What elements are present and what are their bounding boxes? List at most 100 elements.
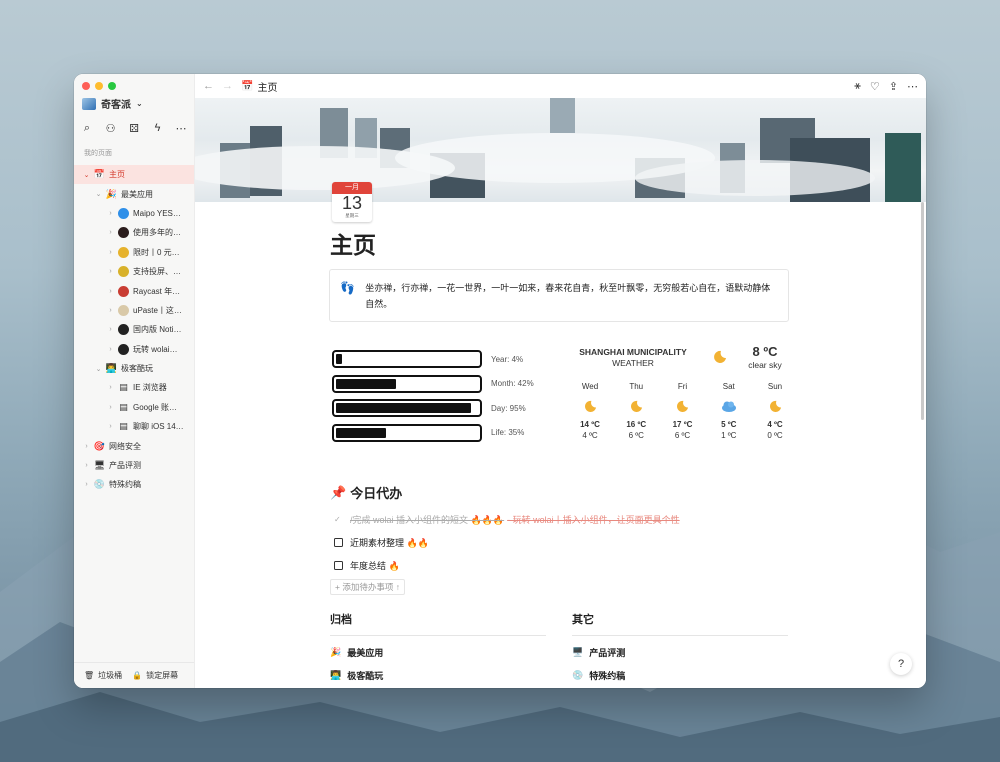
progress-fill: [336, 427, 386, 438]
todo-item: 近期素材整理 🔥🔥: [334, 531, 680, 554]
workspace-logo-icon: [82, 97, 96, 110]
close-window-button[interactable]: [82, 82, 90, 90]
window-controls: [82, 82, 116, 90]
scrollbar[interactable]: [921, 202, 924, 420]
current-weather-description: clear sky: [748, 360, 782, 370]
maipo-app-icon: [118, 207, 129, 219]
sidebar-item-label: 玩转 wolai…: [133, 344, 178, 354]
sidebar-item[interactable]: › 国内版 Noti…: [74, 320, 194, 339]
quote-text: 坐亦禅，行亦禅，一花一世界，一叶一如来，春来花自青，秋至叶飘零，无穷般若心自在，…: [365, 283, 771, 309]
breadcrumb[interactable]: 📅 主页: [241, 79, 277, 94]
sidebar-item[interactable]: › 使用多年的…: [74, 223, 194, 242]
todo-text[interactable]: /完成 wolai 插入小组件的短文 🔥🔥🔥: [350, 513, 504, 526]
progress-fill: [336, 403, 471, 414]
progress-bar: [332, 423, 482, 442]
chevron-right-icon[interactable]: ›: [82, 481, 91, 488]
dice-icon[interactable]: ⚄: [127, 122, 141, 135]
forecast-day-name: Sat: [722, 382, 735, 391]
minimize-window-button[interactable]: [95, 82, 103, 90]
page-link[interactable]: 🎉 最美应用: [330, 641, 546, 664]
app-window: 奇客派 ⌄ ⌕ ⚇ ⚄ ϟ ⋯ 我的页面 ⌄ 📅 主页 ⌄ 🎉 最美应用 › Maipo YE…: [74, 74, 926, 688]
sidebar-item[interactable]: › uPaste丨这…: [74, 301, 194, 320]
chevron-right-icon[interactable]: ›: [106, 210, 115, 217]
forecast-day: Wed 14 ºC 4 ºC: [575, 381, 605, 441]
section-label: 我的页面: [84, 150, 112, 157]
page-title[interactable]: 主页: [330, 226, 376, 260]
chevron-down-icon[interactable]: ⌄: [94, 365, 103, 373]
sidebar-item[interactable]: › 💿 特殊约稿: [74, 475, 194, 494]
todo-checkbox[interactable]: [334, 538, 343, 547]
chevron-right-icon[interactable]: ›: [106, 229, 115, 236]
sidebar-item[interactable]: › 🎯 网络安全: [74, 436, 194, 455]
chevron-right-icon[interactable]: ›: [82, 443, 91, 450]
forward-arrow-icon[interactable]: →: [222, 80, 233, 92]
chevron-right-icon[interactable]: ›: [106, 249, 115, 256]
sidebar-item[interactable]: ⌄ 👨‍💻 极客酷玩: [74, 359, 194, 378]
forecast-days: Wed 14 ºC 4 ºC Thu 16 ºC 6 ºC Fri 17 ºC 6 ºC Sat 5…: [575, 381, 790, 441]
sidebar-item-label: Maipo YES…: [133, 208, 181, 218]
todo-text[interactable]: 年度总结 🔥: [350, 559, 400, 572]
sidebar-toolbar: ⌕ ⚇ ⚄ ϟ ⋯: [80, 122, 188, 135]
sidebar-item[interactable]: › 支持投屏、…: [74, 262, 194, 281]
chevron-right-icon[interactable]: ›: [106, 268, 115, 275]
cover-image: [195, 98, 926, 202]
zoom-window-button[interactable]: [108, 82, 116, 90]
heart-icon[interactable]: ♡: [870, 80, 880, 93]
chevron-right-icon[interactable]: ›: [106, 326, 115, 333]
sidebar-item[interactable]: › 🖥 产品评测: [74, 456, 194, 475]
target-icon: 🎯: [93, 440, 106, 451]
page-link[interactable]: 👨‍💻 极客酷玩: [330, 664, 546, 687]
progress-widget: Year: 4% Month: 42% Day: 95% Life: 35%: [332, 347, 542, 445]
forecast-low: 4 ºC: [582, 431, 598, 440]
chevron-right-icon[interactable]: ›: [106, 384, 115, 391]
page-calendar-icon[interactable]: 一月 13 星期三: [332, 182, 372, 222]
chevron-down-icon[interactable]: ⌄: [82, 171, 91, 179]
chevron-right-icon[interactable]: ›: [106, 307, 115, 314]
chevron-down-icon[interactable]: ⌄: [94, 190, 103, 198]
quote-block[interactable]: 👣 坐亦禅，行亦禅，一花一世界，一叶一如来，春来花自青，秋至叶飘零，无穷般若心自…: [329, 269, 789, 322]
sidebar-item[interactable]: › ▤ IE 浏览器: [74, 378, 194, 397]
share-graph-icon[interactable]: ⚹: [854, 80, 861, 93]
sidebar-item[interactable]: › 限时丨0 元…: [74, 243, 194, 262]
add-todo-button[interactable]: + 添加待办事项 ↑: [330, 579, 405, 595]
search-icon[interactable]: ⌕: [80, 122, 94, 135]
todo-heading[interactable]: 📌 今日代办: [330, 483, 402, 502]
trash-button[interactable]: 🗑 垃圾桶: [84, 670, 122, 681]
sidebar-item[interactable]: › ▤ 聊聊 iOS 14…: [74, 417, 194, 436]
chevron-right-icon[interactable]: ›: [106, 423, 115, 430]
archive-column: 归档 🎉 最美应用 👨‍💻 极客酷玩: [330, 611, 546, 687]
page-icon: ▤: [119, 382, 128, 393]
sidebar-item[interactable]: ⌄ 🎉 最美应用: [74, 184, 194, 203]
back-arrow-icon[interactable]: ←: [203, 80, 214, 92]
chevron-right-icon[interactable]: ›: [106, 346, 115, 353]
weather-location-name: SHANGHAI MUNICIPALITY: [579, 347, 687, 357]
workspace-switcher[interactable]: 奇客派 ⌄: [82, 96, 143, 111]
todo-checkbox[interactable]: [334, 561, 343, 570]
page-link[interactable]: 💿 特殊约稿: [572, 664, 788, 687]
graph-icon[interactable]: ⚇: [104, 122, 118, 135]
progress-row: Month: 42%: [332, 372, 542, 397]
chevron-right-icon[interactable]: ›: [106, 288, 115, 295]
todo-text[interactable]: 近期素材整理 🔥🔥: [350, 536, 429, 549]
help-button[interactable]: ?: [890, 653, 912, 675]
sidebar-item[interactable]: ⌄ 📅 主页: [74, 165, 194, 185]
lightning-icon[interactable]: ϟ: [151, 122, 165, 135]
more-icon[interactable]: ⋯: [174, 122, 188, 135]
sidebar-item-label: 特殊约稿: [109, 480, 141, 490]
chevron-right-icon[interactable]: ›: [82, 462, 91, 469]
check-icon[interactable]: ✓: [334, 515, 343, 524]
sidebar-item[interactable]: › ▤ Google 账…: [74, 398, 194, 417]
page-link-label: 产品评测: [589, 648, 626, 658]
chevron-right-icon[interactable]: ›: [106, 404, 115, 411]
page-link[interactable]: 🖥️ 产品评测: [572, 641, 788, 664]
export-icon[interactable]: ⇪: [889, 80, 898, 93]
todo-link[interactable]: - 玩转 wolai丨插入小组件，让页面更具个性: [507, 513, 680, 526]
sidebar-item[interactable]: › Raycast 年…: [74, 281, 194, 300]
main-area: ← → 📅 主页 ⚹ ♡ ⇪ ⋯ 一月 13 星期三 主页 👣 坐亦禅，行亦禅，…: [195, 74, 926, 688]
more-options-icon[interactable]: ⋯: [907, 80, 918, 93]
lock-screen-button[interactable]: 🔒 锁定屏幕: [132, 670, 178, 681]
sidebar-item[interactable]: › 玩转 wolai…: [74, 340, 194, 359]
sidebar-item[interactable]: › Maipo YES…: [74, 204, 194, 223]
archive-heading: 归档: [330, 611, 546, 636]
sidebar-item-label: 支持投屏、…: [133, 267, 181, 277]
